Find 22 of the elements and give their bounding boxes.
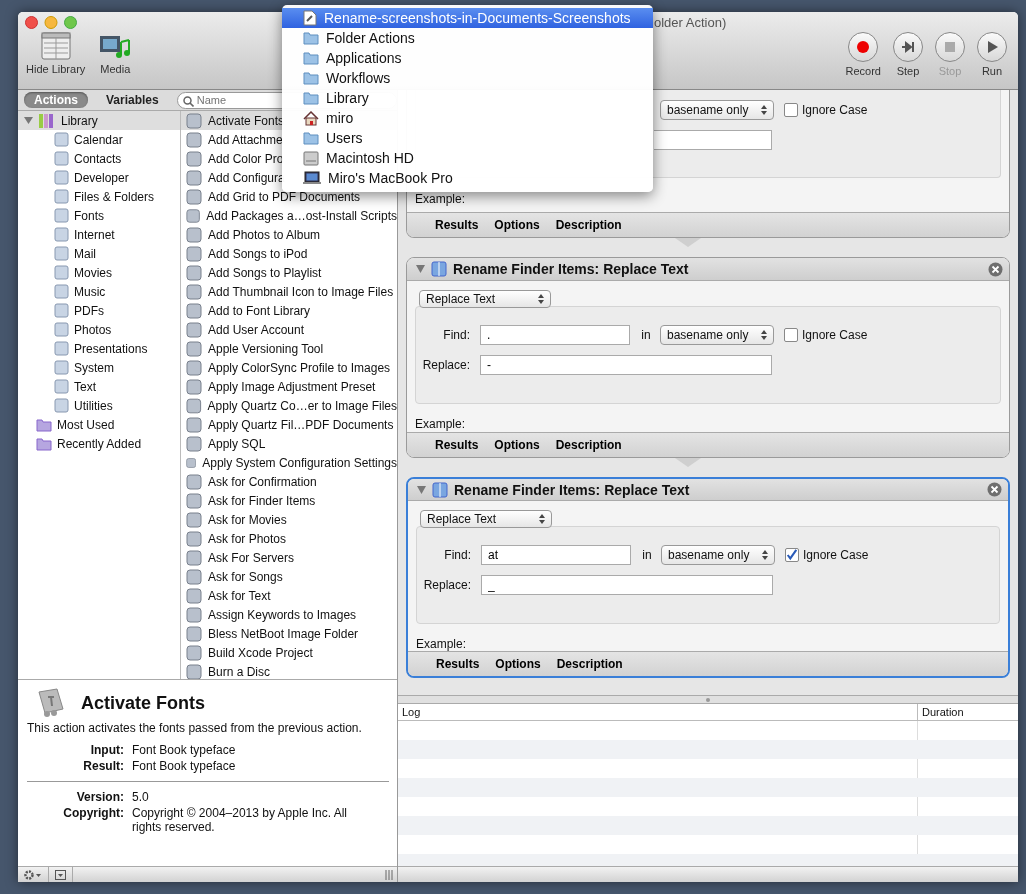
in-label: in xyxy=(641,328,651,342)
field-label: Result: xyxy=(82,759,124,773)
field-label: Version: xyxy=(75,790,124,804)
in-label: in xyxy=(642,548,652,562)
description-title: Activate Fonts xyxy=(81,692,206,714)
description-text: This action activates the fonts passed from the previous action. xyxy=(27,721,363,735)
field-value: Font Book typeface xyxy=(132,743,237,757)
window-title: older Action) xyxy=(654,14,727,30)
example-label: Example: xyxy=(416,637,468,651)
action-title: Rename Finder Items: Replace Text xyxy=(454,481,690,498)
find-label: Find: xyxy=(444,548,471,562)
replace-label: Replace: xyxy=(422,358,470,372)
action-title: Rename Finder Items: Replace Text xyxy=(453,261,689,277)
find-label: Find: xyxy=(443,328,470,342)
example-label: Example: xyxy=(415,417,467,431)
field-value: Copyright © 2004–2013 by Apple Inc. All rights reserved. xyxy=(132,806,348,834)
field-label: Input: xyxy=(89,743,124,757)
field-value: Font Book typeface xyxy=(132,759,237,773)
example-label: Example: xyxy=(415,192,467,206)
field-value: 5.0 xyxy=(132,790,150,804)
replace-label: Replace: xyxy=(423,578,471,592)
field-label: Copyright: xyxy=(62,806,124,822)
